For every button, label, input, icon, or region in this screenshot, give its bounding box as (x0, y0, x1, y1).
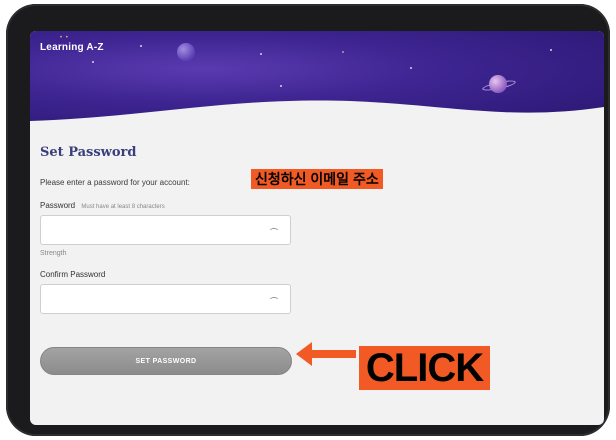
planet-decoration (177, 43, 195, 61)
page-title: Set Password (40, 145, 137, 160)
logo-dots: • • (60, 35, 69, 41)
logo[interactable]: Learning A-Z (40, 42, 104, 53)
password-label: Password Must have at least 8 characters (40, 201, 165, 210)
account-email-overlay: 신청하신 이메일 주소 (251, 169, 383, 189)
confirm-password-input[interactable]: ⌒ (40, 284, 291, 314)
click-callout: CLICK (359, 346, 490, 390)
banner-wave (30, 100, 604, 126)
eye-closed-icon[interactable]: ⌒ (270, 227, 278, 238)
strength-label: Strength (40, 250, 67, 257)
eye-closed-icon[interactable]: ⌒ (270, 296, 278, 307)
header-banner: • • Learning A-Z (30, 31, 604, 126)
confirm-password-label: Confirm Password (40, 270, 106, 279)
password-hint: Must have at least 8 characters (81, 204, 165, 210)
tablet-frame: • • Learning A-Z Set Password Please ent… (6, 4, 610, 436)
password-input[interactable]: ⌒ (40, 215, 291, 245)
arrow-left-icon (296, 342, 356, 366)
password-label-text: Password (40, 201, 76, 210)
set-password-button[interactable]: SET PASSWORD (40, 347, 292, 375)
form-description: Please enter a password for your account… (40, 178, 190, 187)
